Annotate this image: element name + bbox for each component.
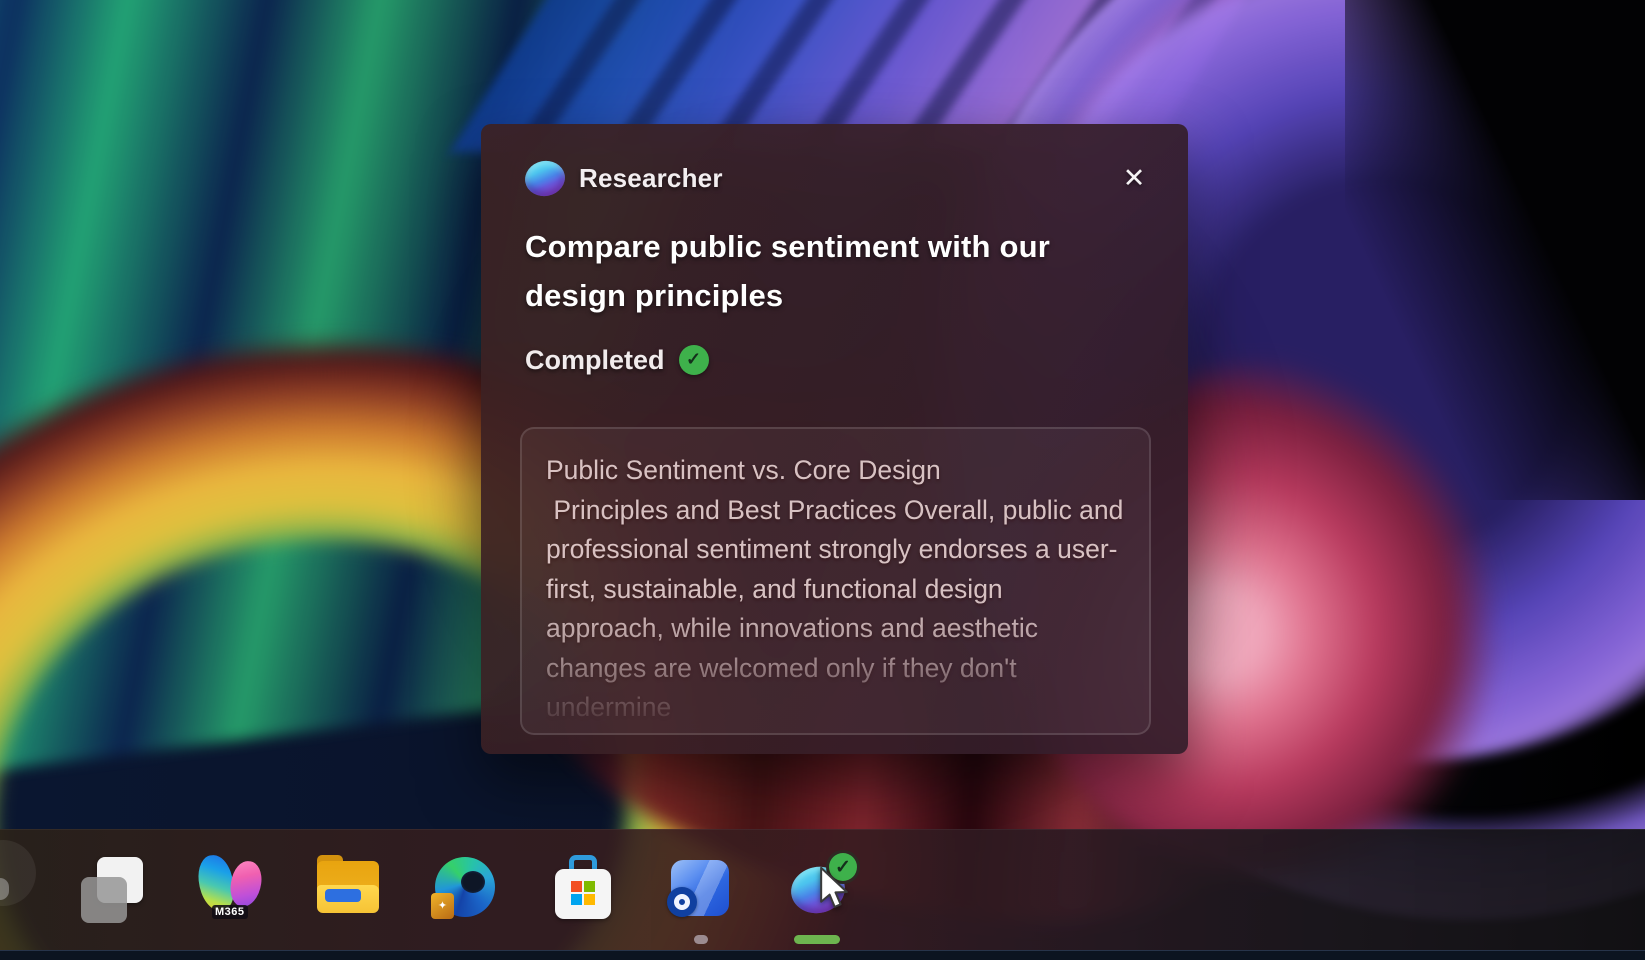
app-name: Researcher — [579, 163, 723, 194]
result-preview-box[interactable]: Public Sentiment vs. Core Design Princip… — [520, 427, 1151, 735]
edge-icon-hole — [461, 871, 485, 893]
researcher-active-indicator — [794, 935, 840, 944]
m365-badge-label: M365 — [212, 905, 248, 919]
taskbar-edge-button[interactable]: ✦ — [429, 853, 501, 925]
status-row: Completed ✓ — [525, 343, 709, 377]
researcher-notification-card[interactable]: Researcher ✕ Compare public sentiment wi… — [481, 124, 1188, 754]
taskbar-m365-copilot-button[interactable]: M365 — [195, 853, 267, 925]
task-title: Compare public sentiment with our design… — [525, 222, 1135, 320]
microsoft-logo-icon — [571, 881, 595, 905]
taskbar-file-explorer-button[interactable] — [312, 853, 384, 925]
status-label: Completed — [525, 345, 665, 376]
taskbar-task-view-button[interactable] — [77, 853, 149, 925]
result-text: Public Sentiment vs. Core Design Princip… — [522, 429, 1149, 728]
outlook-running-indicator — [694, 935, 708, 944]
screen-bottom-strip — [0, 950, 1645, 960]
m365-copilot-icon-blade — [228, 859, 264, 909]
wallpaper-black-corner — [1345, 0, 1645, 500]
taskbar-outlook-button[interactable] — [663, 853, 735, 925]
file-explorer-icon-strip — [325, 889, 361, 902]
card-header: Researcher ✕ — [525, 160, 1152, 200]
task-view-icon-front — [81, 877, 127, 923]
mouse-cursor — [812, 866, 856, 910]
outlook-icon-o-ring — [674, 894, 690, 910]
desktop-screen: Researcher ✕ Compare public sentiment wi… — [0, 0, 1645, 960]
close-button[interactable]: ✕ — [1116, 160, 1152, 196]
check-circle-icon: ✓ — [679, 345, 709, 375]
researcher-app-icon — [522, 157, 568, 200]
edge-sparkle-badge: ✦ — [431, 893, 454, 919]
close-icon: ✕ — [1123, 163, 1146, 193]
taskbar-store-button[interactable] — [546, 853, 618, 925]
